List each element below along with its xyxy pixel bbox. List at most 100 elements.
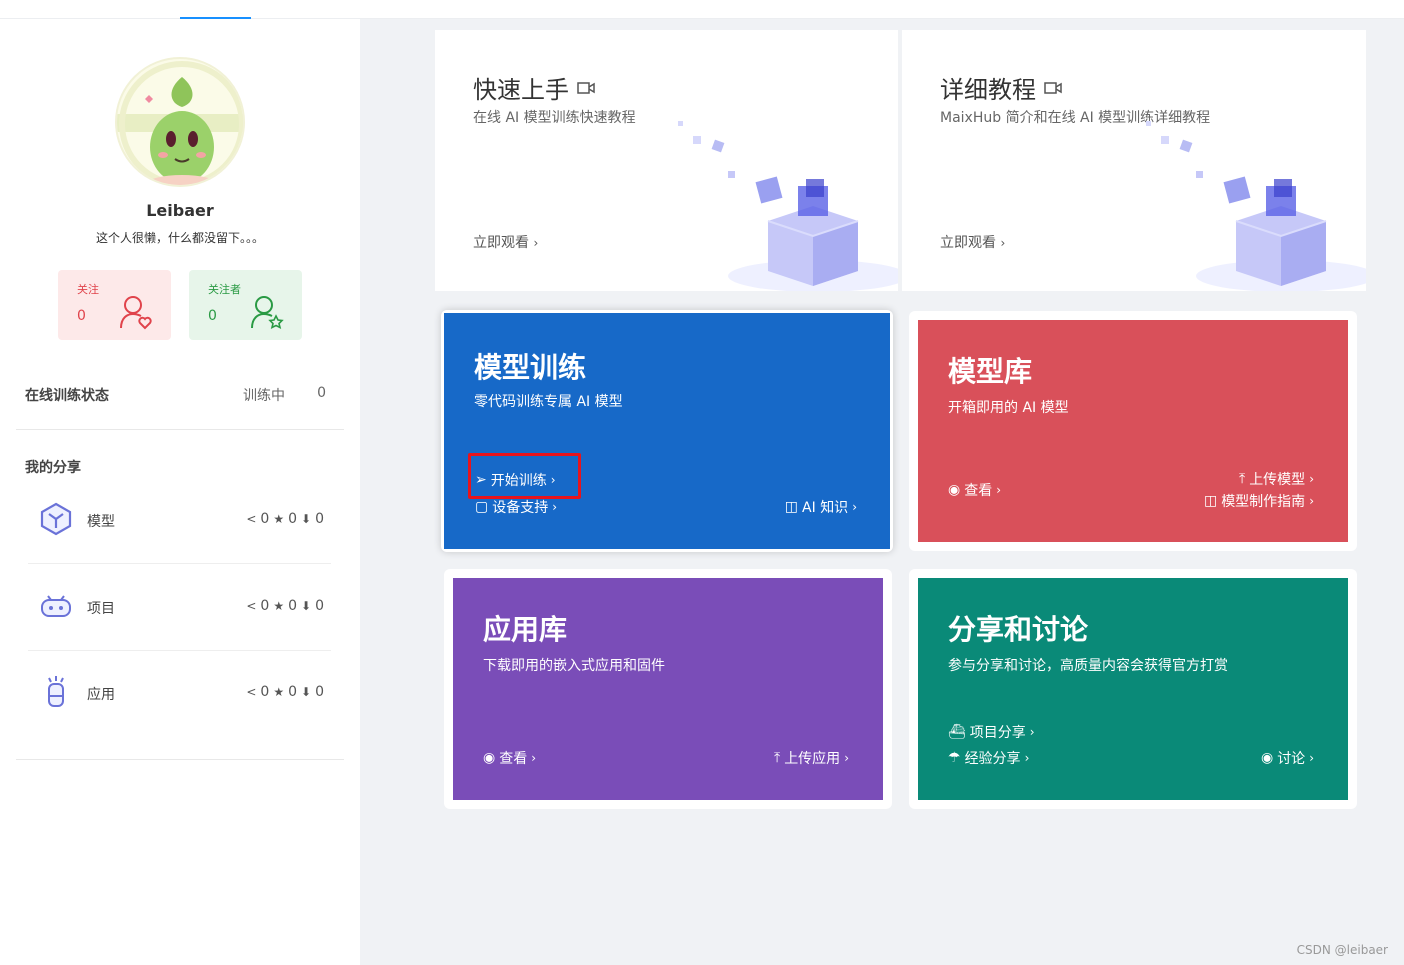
chevron-right-icon: ›	[1309, 751, 1314, 765]
video-icon	[1044, 81, 1062, 95]
star-count: 0	[288, 684, 298, 700]
share-count: 0	[260, 684, 270, 700]
view-text: 查看	[964, 483, 993, 499]
share-item-counts: <0 ★ 0 ⬇ 0	[246, 684, 324, 700]
share-item-label: 应用	[87, 687, 115, 703]
download-count: 0	[315, 598, 324, 614]
upload-icon: ⤒	[773, 750, 781, 766]
card-title: 分享和讨论	[948, 613, 1089, 646]
detailed-tutorial-card[interactable]: 详细教程 MaixHub 简介和在线 AI 模型训练详细教程 立即观看 ›	[902, 30, 1366, 291]
upload-icon: ⤒	[1238, 471, 1246, 487]
share-icon: <	[246, 599, 257, 613]
training-status-label: 在线训练状态	[25, 388, 109, 404]
username: Leibaer	[146, 201, 214, 220]
footer-watermark: CSDN @leibaer	[1296, 943, 1388, 957]
card-title: 应用库	[483, 613, 568, 646]
watch-now-text: 立即观看	[940, 235, 996, 251]
model-guide-link[interactable]: ◫ 模型制作指南 ›	[1204, 491, 1314, 511]
book-icon: ◫	[784, 499, 799, 515]
watch-now-link[interactable]: 立即观看 ›	[473, 232, 538, 252]
eye-icon: ◉	[1260, 750, 1274, 766]
upload-app-link[interactable]: ⤒ 上传应用 ›	[774, 748, 849, 768]
share-discussion-card[interactable]: 分享和讨论 参与分享和讨论，高质量内容会获得官方打赏 ⛴ 项目分享 › ☂ 经验分享 ›…	[918, 578, 1348, 800]
divider	[16, 429, 344, 430]
app-library-card[interactable]: 应用库 下载即用的嵌入式应用和固件 ◉ 查看 › ⤒ 上传应用 ›	[453, 578, 883, 800]
quick-start-tutorial-card[interactable]: 快速上手 在线 AI 模型训练快速教程 立即观看 ›	[435, 30, 898, 291]
chevron-right-icon: ›	[1024, 751, 1030, 765]
share-item-model[interactable]: 模型 <0 ★ 0 ⬇ 0	[38, 501, 328, 537]
discussion-text: 讨论	[1277, 751, 1306, 767]
my-share-title: 我的分享	[25, 460, 81, 476]
user-star-icon	[250, 294, 284, 330]
app-library-card-frame: 应用库 下载即用的嵌入式应用和固件 ◉ 查看 › ⤒ 上传应用 ›	[444, 569, 892, 809]
view-text: 查看	[499, 751, 528, 767]
box-illustration	[1116, 101, 1366, 291]
model-training-card[interactable]: 模型训练 零代码训练专属 AI 模型 ➢ 开始训练 › ▢ 设备支持 › ◫ AI 知识 ›	[444, 313, 890, 549]
view-models-link[interactable]: ◉ 查看 ›	[948, 480, 1001, 500]
card-title: 模型训练	[474, 351, 587, 384]
star-count: 0	[288, 511, 298, 527]
experience-share-link[interactable]: ☂ 经验分享 ›	[948, 748, 1029, 768]
experience-share-text: 经验分享	[964, 751, 1021, 767]
chevron-right-icon: ›	[1029, 725, 1035, 739]
chevron-right-icon: ›	[531, 751, 537, 765]
chevron-right-icon: ›	[852, 500, 857, 514]
start-training-highlight	[468, 453, 581, 499]
eye-icon: ◉	[483, 750, 496, 766]
watch-now-link[interactable]: 立即观看 ›	[940, 232, 1005, 252]
device-support-link[interactable]: ▢ 设备支持 ›	[475, 497, 557, 517]
discussion-link[interactable]: ◉ 讨论 ›	[1261, 748, 1314, 768]
download-icon: ⬇	[301, 599, 312, 613]
project-share-link[interactable]: ⛴ 项目分享 ›	[948, 722, 1035, 742]
chevron-right-icon: ›	[533, 236, 539, 250]
star-count: 0	[288, 598, 298, 614]
model-library-card[interactable]: 模型库 开箱即用的 AI 模型 ◉ 查看 › ⤒ 上传模型 › ◫ 模型制作指南 ›	[918, 320, 1348, 542]
followers-count: 0	[208, 308, 217, 324]
card-description: 参与分享和讨论，高质量内容会获得官方打赏	[948, 658, 1228, 674]
share-item-project[interactable]: 项目 <0 ★ 0 ⬇ 0	[38, 588, 328, 624]
share-item-app[interactable]: 应用 <0 ★ 0 ⬇ 0	[38, 674, 328, 710]
share-item-label: 项目	[87, 601, 115, 617]
download-count: 0	[315, 684, 324, 700]
chevron-right-icon: ›	[1309, 472, 1314, 486]
tutorial-description: 在线 AI 模型训练快速教程	[473, 110, 636, 126]
model-guide-text: 模型制作指南	[1221, 494, 1306, 510]
training-status-text: 训练中	[243, 388, 285, 404]
divider	[16, 759, 344, 760]
boat-icon: ⛴	[948, 724, 966, 740]
training-status-row: 在线训练状态 训练中 0	[25, 385, 328, 405]
share-count: 0	[260, 598, 270, 614]
star-icon: ★	[273, 512, 285, 526]
card-title: 模型库	[948, 355, 1033, 388]
upload-model-link[interactable]: ⤒ 上传模型 ›	[1239, 469, 1314, 489]
following-count: 0	[77, 308, 86, 324]
ai-knowledge-text: AI 知识	[802, 500, 849, 516]
top-nav-bar	[0, 0, 1404, 19]
card-description: 开箱即用的 AI 模型	[948, 400, 1069, 416]
profile-sidebar: Leibaer 这个人很懒，什么都没留下。。。 关注 0 关注者 0 在线训练状…	[0, 19, 360, 965]
avatar[interactable]	[115, 57, 245, 187]
chevron-right-icon: ›	[996, 483, 1002, 497]
device-support-text: 设备支持	[492, 500, 549, 516]
star-icon: ★	[273, 599, 285, 613]
tutorial-title: 快速上手	[473, 70, 595, 105]
share-item-label: 模型	[87, 514, 115, 530]
download-icon: ⬇	[301, 685, 312, 699]
user-bio: 这个人很懒，什么都没留下。。。	[95, 231, 264, 245]
divider	[28, 650, 331, 651]
card-description: 零代码训练专属 AI 模型	[474, 394, 623, 410]
ai-knowledge-link[interactable]: ◫ AI 知识 ›	[785, 497, 857, 517]
upload-model-text: 上传模型	[1249, 472, 1306, 488]
flask-icon	[38, 674, 74, 710]
book-icon: ◫	[1203, 493, 1218, 509]
model-training-card-frame: 模型训练 零代码训练专属 AI 模型 ➢ 开始训练 › ▢ 设备支持 › ◫ AI 知识 ›	[441, 310, 893, 552]
cube-icon	[38, 501, 74, 537]
following-stat-card[interactable]: 关注 0	[58, 270, 171, 340]
view-apps-link[interactable]: ◉ 查看 ›	[483, 748, 536, 768]
model-library-card-frame: 模型库 开箱即用的 AI 模型 ◉ 查看 › ⤒ 上传模型 › ◫ 模型制作指南 ›	[909, 311, 1357, 551]
following-label: 关注	[77, 283, 99, 296]
followers-stat-card[interactable]: 关注者 0	[189, 270, 302, 340]
chip-icon: ▢	[475, 499, 489, 515]
box-illustration	[648, 101, 898, 291]
project-share-text: 项目分享	[969, 725, 1026, 741]
